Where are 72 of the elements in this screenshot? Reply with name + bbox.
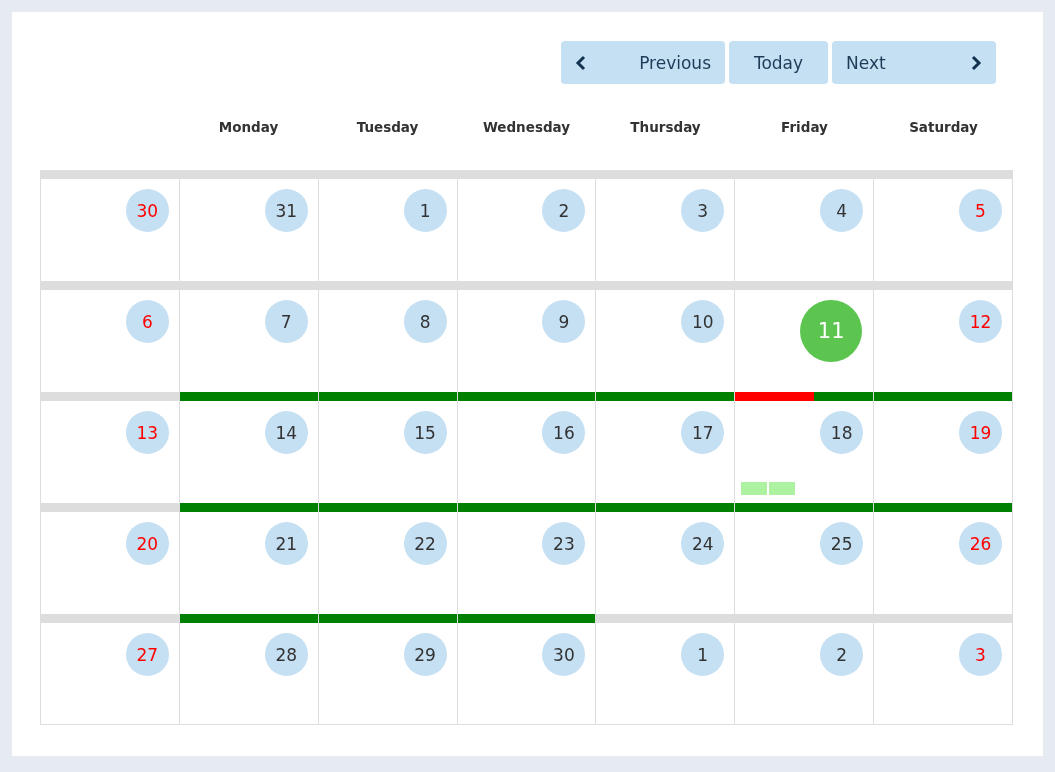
date-number: 6 — [125, 300, 169, 343]
today-button[interactable]: Today — [729, 41, 828, 84]
date-number: 19 — [959, 411, 1002, 454]
weekday-header: Monday — [218, 119, 279, 135]
date-number: 30 — [125, 189, 169, 232]
date-number: 8 — [403, 300, 447, 343]
date-number: 5 — [959, 189, 1002, 232]
day-cell[interactable]: 30 — [457, 614, 597, 725]
date-number: 1 — [403, 189, 447, 232]
day-cell[interactable]: 1 — [318, 170, 458, 281]
date-number: 9 — [542, 300, 586, 343]
date-number: 3 — [959, 633, 1002, 676]
date-number: 28 — [264, 633, 308, 676]
date-number: 17 — [681, 411, 725, 454]
weekday-header: Friday — [781, 119, 828, 135]
weekday-header: Tuesday — [356, 119, 419, 135]
day-cell[interactable]: 3 — [596, 170, 736, 281]
day-cell[interactable]: 1 — [596, 614, 736, 725]
day-cell[interactable]: 23 — [457, 503, 597, 614]
day-cell[interactable]: 18 — [735, 392, 875, 503]
day-cell[interactable]: 7 — [179, 281, 319, 392]
weekday-header: Saturday — [909, 119, 978, 135]
date-number: 2 — [542, 189, 586, 232]
date-number: 20 — [125, 522, 169, 565]
day-cell[interactable]: 2 — [457, 170, 597, 281]
date-number: 12 — [959, 300, 1002, 343]
date-number: 4 — [820, 189, 864, 232]
day-cell[interactable]: 9 — [457, 281, 597, 392]
day-cell[interactable]: 31 — [179, 170, 319, 281]
date-number: 27 — [125, 633, 169, 676]
date-number: 30 — [542, 633, 586, 676]
chevron-left-icon — [575, 54, 587, 71]
date-number: 21 — [264, 522, 308, 565]
day-cell[interactable]: 29 — [318, 614, 458, 725]
weekday-header: Wednesday — [482, 119, 571, 135]
date-number: 18 — [820, 411, 864, 454]
date-number: 15 — [403, 411, 447, 454]
date-number: 14 — [264, 411, 308, 454]
event-marker[interactable] — [769, 482, 796, 495]
date-number: 26 — [959, 522, 1002, 565]
day-cell[interactable]: 22 — [318, 503, 458, 614]
date-number: 7 — [264, 300, 308, 343]
date-number: 13 — [125, 411, 169, 454]
day-cell[interactable]: 24 — [596, 503, 736, 614]
date-number: 22 — [403, 522, 447, 565]
weekday-header: Thursday — [630, 119, 701, 135]
date-number: 3 — [681, 189, 725, 232]
day-cell[interactable]: 2 — [735, 614, 875, 725]
date-number: 24 — [681, 522, 725, 565]
today-date-number: 11 — [800, 300, 863, 362]
event-marker[interactable] — [741, 482, 768, 495]
next-button[interactable]: Next — [832, 41, 996, 84]
date-number: 23 — [542, 522, 586, 565]
day-cell[interactable]: 17 — [596, 392, 736, 503]
day-cell[interactable]: 4 — [735, 170, 875, 281]
day-cell[interactable]: 21 — [179, 503, 319, 614]
day-cell[interactable]: 25 — [735, 503, 875, 614]
previous-button[interactable]: Previous — [561, 41, 725, 84]
day-cell[interactable]: 10 — [596, 281, 736, 392]
date-number: 25 — [820, 522, 864, 565]
date-number: 1 — [681, 633, 725, 676]
day-cell[interactable]: 28 — [179, 614, 319, 725]
date-number: 31 — [264, 189, 308, 232]
date-number: 10 — [681, 300, 725, 343]
date-number: 16 — [542, 411, 586, 454]
day-cell[interactable]: 8 — [318, 281, 458, 392]
day-cell[interactable]: 15 — [318, 392, 458, 503]
date-number: 29 — [403, 633, 447, 676]
date-number: 2 — [820, 633, 864, 676]
chevron-right-icon — [970, 54, 982, 71]
day-cell[interactable]: 14 — [179, 392, 319, 503]
day-cell[interactable]: 16 — [457, 392, 597, 503]
